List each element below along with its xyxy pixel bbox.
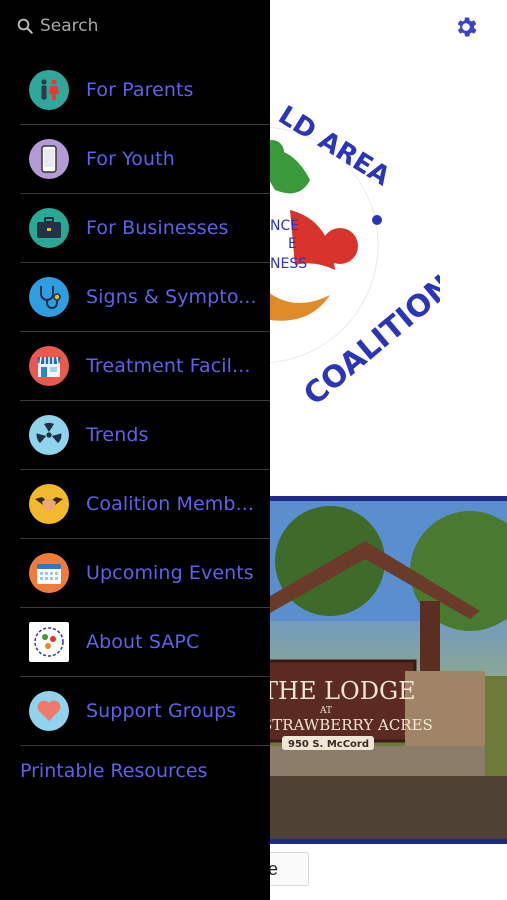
stethoscope-icon [29, 277, 69, 317]
search-icon [17, 18, 33, 34]
sapc-logo-icon [29, 622, 69, 662]
menu-item-label: For Youth [86, 148, 175, 170]
menu-item-label: Coalition Memb... [86, 493, 254, 515]
menu-item-label: For Businesses [86, 217, 229, 239]
menu-item-treatment-facilities[interactable]: Treatment Facil... [20, 332, 270, 401]
menu-item-upcoming-events[interactable]: Upcoming Events [20, 539, 270, 608]
sign-address: 950 S. McCord [288, 739, 369, 750]
menu-item-about-sapc[interactable]: About SAPC [20, 608, 270, 677]
sign-line-2: AT [319, 706, 332, 716]
heart-icon [29, 691, 69, 731]
drawer-menu: For Parents For Youth For Businesses Sig… [20, 56, 270, 746]
menu-item-signs-symptoms[interactable]: Signs & Sympto... [20, 263, 270, 332]
navigation-drawer: Search For Parents For Youth For Busines… [0, 0, 270, 900]
menu-item-for-youth[interactable]: For Youth [20, 125, 270, 194]
menu-item-label: About SAPC [86, 631, 200, 653]
menu-item-trends[interactable]: Trends [20, 401, 270, 470]
search-field[interactable]: Search [16, 16, 98, 36]
menu-item-label: Trends [86, 424, 149, 446]
briefcase-icon [29, 208, 69, 248]
menu-item-label: Support Groups [86, 700, 237, 722]
calendar-icon [29, 553, 69, 593]
settings-button[interactable] [451, 12, 481, 42]
menu-item-label: Treatment Facil... [86, 355, 251, 377]
logo-middle-text-3: NESS [270, 256, 307, 272]
storefront-icon [29, 346, 69, 386]
sign-line-1: THE LODGE [262, 677, 416, 705]
menu-item-for-businesses[interactable]: For Businesses [20, 194, 270, 263]
menu-item-support-groups[interactable]: Support Groups [20, 677, 270, 746]
radiation-icon [29, 415, 69, 455]
menu-item-label: For Parents [86, 79, 194, 101]
phone-icon [29, 139, 69, 179]
menu-item-coalition-members[interactable]: Coalition Memb... [20, 470, 270, 539]
search-placeholder: Search [40, 16, 99, 36]
parents-icon [29, 70, 69, 110]
menu-item-label: Signs & Sympto... [86, 286, 257, 308]
menu-item-label: Upcoming Events [86, 562, 254, 584]
logo-middle-text-2: E [288, 236, 297, 252]
handshake-icon [29, 484, 69, 524]
sign-line-3: STRAWBERRY ACRES [262, 716, 433, 734]
menu-item-for-parents[interactable]: For Parents [20, 56, 270, 125]
printable-resources-link[interactable]: Printable Resources [20, 760, 207, 782]
logo-middle-text-1: NCE [270, 218, 299, 234]
gear-icon [457, 17, 477, 37]
